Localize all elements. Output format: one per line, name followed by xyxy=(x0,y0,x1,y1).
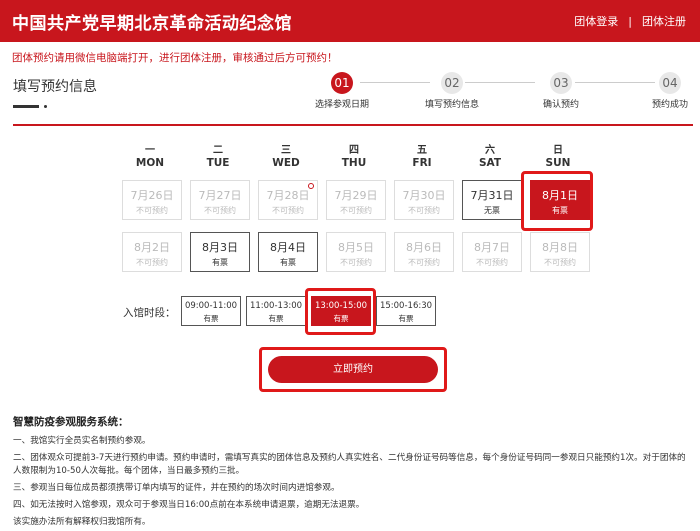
section-divider xyxy=(13,124,693,126)
section-title: 填写预约信息 xyxy=(13,79,97,95)
rule-item: 三、参观当日每位成员都须携带订单内填写的证件，并在预约的场次时间内进馆参观。 xyxy=(13,483,340,493)
slot-label: 入馆时段： xyxy=(123,307,176,319)
weekday-tue: 二 TUE xyxy=(206,145,230,169)
weekday-header: 一 MON 二 TUE 三 WED 四 THU 五 FRI 六 SAT 日 SUN xyxy=(116,145,592,169)
calendar-day[interactable]: 8月5日不可预约 xyxy=(326,232,386,272)
day-date: 7月26日 xyxy=(130,189,174,202)
weekday-wed: 三 WED xyxy=(272,145,300,169)
slot-time: 09:00-11:00 xyxy=(184,301,238,311)
day-date: 8月4日 xyxy=(270,241,306,254)
step-2: 02 填写预约信息 xyxy=(412,72,492,110)
calendar-day[interactable]: 7月29日不可预约 xyxy=(326,180,386,220)
weekday-thu: 四 THU xyxy=(341,145,367,169)
site-title: 中国共产党早期北京革命活动纪念馆 xyxy=(12,13,292,34)
day-date: 8月7日 xyxy=(474,241,510,254)
day-status: 不可预约 xyxy=(204,206,236,215)
day-status: 不可预约 xyxy=(136,258,168,267)
calendar-day[interactable]: 7月31日无票 xyxy=(462,180,522,220)
step-number: 02 xyxy=(441,72,463,94)
rule-item: 一、我馆实行全员实名制预约参观。 xyxy=(13,436,151,446)
day-status: 无票 xyxy=(484,206,500,215)
calendar-day[interactable]: 8月3日有票 xyxy=(190,232,250,272)
day-date: 8月5日 xyxy=(338,241,374,254)
step-label: 预约成功 xyxy=(651,100,688,110)
group-login-link[interactable]: 团体登录 xyxy=(574,13,618,29)
calendar-day[interactable]: 8月2日不可预约 xyxy=(122,232,182,272)
time-slot[interactable]: 09:00-11:00 有票 xyxy=(181,296,241,326)
selected-date-highlight xyxy=(521,171,593,231)
day-status: 有票 xyxy=(280,258,296,267)
day-date: 7月30日 xyxy=(402,189,446,202)
day-status: 不可预约 xyxy=(340,206,372,215)
slot-time: 11:00-13:00 xyxy=(249,301,303,311)
time-slot[interactable]: 11:00-13:00 有票 xyxy=(246,296,306,326)
progress-steps: 01 选择参观日期 02 填写预约信息 03 确认预约 04 预约成功 xyxy=(310,72,695,112)
weekday-sat: 六 SAT xyxy=(478,145,502,169)
day-date: 7月28日 xyxy=(266,189,310,202)
step-number: 04 xyxy=(659,72,681,94)
day-date: 8月8日 xyxy=(542,241,578,254)
calendar-day[interactable]: 8月4日有票 xyxy=(258,232,318,272)
group-register-link[interactable]: 团体注册 xyxy=(642,13,686,29)
day-status: 不可预约 xyxy=(340,258,372,267)
reserve-now-button[interactable]: 立即预约 xyxy=(268,356,438,383)
day-date: 7月29日 xyxy=(334,189,378,202)
calendar-day[interactable]: 7月28日不可预约 xyxy=(258,180,318,220)
day-date: 7月27日 xyxy=(198,189,242,202)
day-status: 不可预约 xyxy=(408,206,440,215)
step-label: 选择参观日期 xyxy=(314,100,369,110)
rule-item: 二、团体观众可提前3-7天进行预约申请。预约申请时，需填写真实的团体信息及预约人… xyxy=(13,453,686,476)
step-number: 01 xyxy=(331,72,353,94)
slot-status: 有票 xyxy=(398,314,414,323)
slot-status: 有票 xyxy=(268,314,284,323)
calendar-day[interactable]: 7月30日不可预约 xyxy=(394,180,454,220)
header-separator: | xyxy=(628,14,632,28)
day-status: 不可预约 xyxy=(476,258,508,267)
step-1: 01 选择参观日期 xyxy=(302,72,382,110)
weekday-sun: 日 SUN xyxy=(545,145,571,169)
slot-status: 有票 xyxy=(203,314,219,323)
weekday-fri: 五 FRI xyxy=(412,145,432,169)
day-date: 8月2日 xyxy=(134,241,170,254)
day-status: 有票 xyxy=(212,258,228,267)
rules-title: 智慧防疫参观服务系统： xyxy=(13,416,129,428)
calendar-day[interactable]: 8月7日不可预约 xyxy=(462,232,522,272)
title-underline xyxy=(13,105,39,108)
time-slot[interactable]: 15:00-16:30 有票 xyxy=(376,296,436,326)
weekday-mon: 一 MON xyxy=(135,145,165,169)
title-dot xyxy=(44,105,47,108)
top-header: 中国共产党早期北京革命活动纪念馆 团体登录 | 团体注册 xyxy=(0,0,700,42)
holiday-icon xyxy=(308,183,314,189)
calendar-day[interactable]: 7月27日不可预约 xyxy=(190,180,250,220)
header-links: 团体登录 | 团体注册 xyxy=(574,13,686,29)
calendar-day[interactable]: 8月6日不可预约 xyxy=(394,232,454,272)
calendar-day[interactable]: 7月26日不可预约 xyxy=(122,180,182,220)
selected-slot-highlight xyxy=(305,288,376,335)
day-date: 8月6日 xyxy=(406,241,442,254)
step-4: 04 预约成功 xyxy=(630,72,700,110)
step-3: 03 确认预约 xyxy=(521,72,601,110)
day-status: 不可预约 xyxy=(272,206,304,215)
day-status: 不可预约 xyxy=(136,206,168,215)
calendar-day[interactable]: 8月8日不可预约 xyxy=(530,232,590,272)
section-head: 填写预约信息 01 选择参观日期 02 填写预约信息 03 确认预约 04 预约… xyxy=(0,68,700,130)
day-date: 7月31日 xyxy=(470,189,514,202)
day-status: 不可预约 xyxy=(408,258,440,267)
notice-text: 团体预约请用微信电脑端打开，进行团体注册，审核通过后方可预约！ xyxy=(12,52,338,64)
step-number: 03 xyxy=(550,72,572,94)
rules-section: 智慧防疫参观服务系统： 一、我馆实行全员实名制预约参观。 二、团体观众可提前3-… xyxy=(13,414,693,531)
day-status: 不可预约 xyxy=(544,258,576,267)
rule-item: 四、如无法按时入馆参观，观众可于参观当日16:00点前在本系统申请退票，逾期无法… xyxy=(13,500,365,510)
slot-time: 15:00-16:30 xyxy=(379,301,433,311)
day-date: 8月3日 xyxy=(202,241,238,254)
step-label: 确认预约 xyxy=(542,100,579,110)
step-label: 填写预约信息 xyxy=(424,100,479,110)
rule-item: 该实施办法所有解释权归我馆所有。 xyxy=(13,517,151,527)
